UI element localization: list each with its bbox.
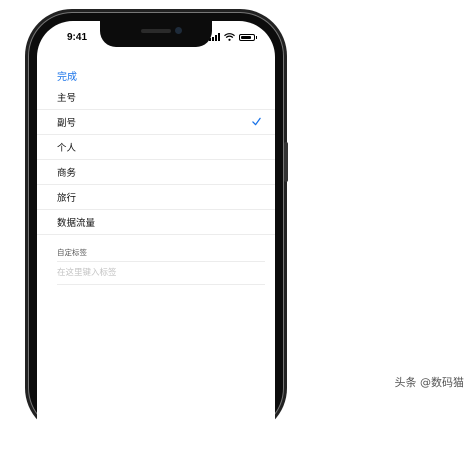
label-item-cellular-data[interactable]: 数据流量 [37, 210, 275, 235]
label-item-travel[interactable]: 旅行 [37, 185, 275, 210]
label-item-text: 副号 [57, 118, 77, 129]
label-item-text: 个人 [57, 143, 77, 154]
label-item-personal[interactable]: 个人 [37, 135, 275, 160]
status-icons [209, 33, 257, 41]
notch [100, 21, 212, 47]
custom-label-input[interactable] [57, 261, 265, 285]
done-button[interactable]: 完成 [57, 68, 77, 83]
battery-icon [239, 33, 257, 41]
speaker-grille [141, 29, 171, 33]
phone-frame: 9:41 完成 主号 副号 个人 商务 旅行 数据流量 自定标签 在这里键入标签 [28, 12, 288, 462]
front-camera [175, 27, 182, 34]
checkmark-icon [252, 117, 261, 126]
label-item-text: 主号 [57, 93, 77, 104]
label-item-text: 旅行 [57, 193, 77, 204]
label-list: 主号 副号 个人 商务 旅行 数据流量 [37, 85, 275, 235]
side-button [284, 142, 288, 182]
custom-label-header: 自定标签 [57, 248, 87, 257]
phone-screen: 9:41 完成 主号 副号 个人 商务 旅行 数据流量 自定标签 在这里键入标签 [37, 21, 275, 462]
label-item-business[interactable]: 商务 [37, 160, 275, 185]
watermark: 头条 @数码猫 [394, 376, 465, 389]
label-item-primary[interactable]: 主号 [37, 85, 275, 110]
label-item-text: 商务 [57, 168, 77, 179]
wifi-icon [224, 33, 235, 41]
label-item-secondary[interactable]: 副号 [37, 110, 275, 135]
label-item-text: 数据流量 [57, 218, 96, 229]
status-time: 9:41 [67, 32, 88, 43]
